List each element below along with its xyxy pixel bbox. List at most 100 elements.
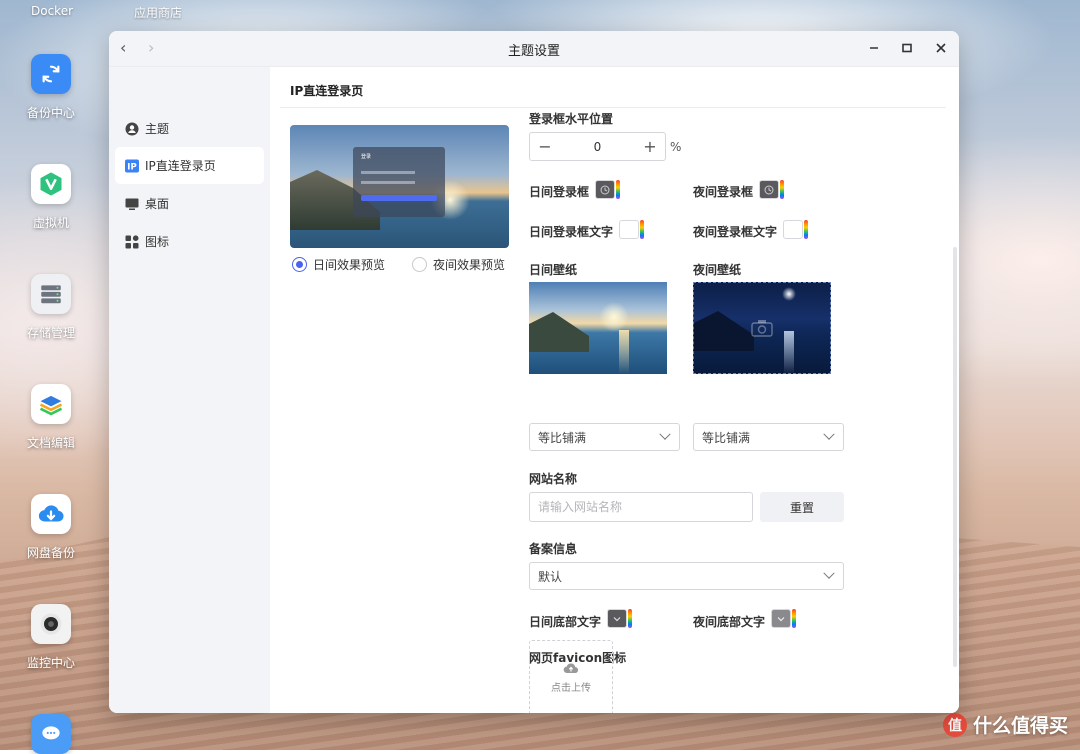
sidebar-item-desktop[interactable]: 桌面	[115, 185, 264, 222]
sidebar-item-label: IP直连登录页	[145, 159, 216, 173]
user-circle-icon	[125, 122, 139, 136]
theme-settings-window: ‹ › 主题设置 主题 IP IP直连登录页 桌面 图标 IP直连登录页 登录 …	[109, 31, 959, 713]
color-swatch[interactable]	[595, 180, 615, 199]
desktop-icon-document-editor[interactable]: 文档编辑	[13, 384, 89, 451]
radio-unchecked	[412, 257, 427, 272]
desktop-icon-virtual-machine[interactable]: 虚拟机	[13, 164, 89, 231]
monitor-icon	[125, 197, 139, 211]
desktop-label-docker[interactable]: Docker	[31, 4, 73, 18]
minimize-icon	[870, 47, 878, 49]
desktop-icon-cloud-backup[interactable]: 网盘备份	[13, 494, 89, 561]
login-preview-image: 登录	[290, 125, 509, 248]
minimize-button[interactable]	[864, 38, 884, 58]
record-info-select[interactable]: 默认	[529, 562, 844, 590]
grid-icon	[125, 234, 139, 249]
night-wallpaper-label: 夜间壁纸	[693, 263, 742, 277]
reset-button[interactable]: 重置	[760, 492, 844, 522]
sidebar-item-label: 主题	[145, 122, 170, 136]
login-preview-panel: 登录	[353, 147, 445, 217]
chevron-down-icon	[823, 428, 835, 440]
night-login-text-color-picker[interactable]	[783, 220, 808, 239]
record-info-label: 备案信息	[529, 542, 578, 556]
login-preview-title: 登录	[361, 154, 372, 160]
night-footer-text-color-picker[interactable]	[771, 609, 796, 628]
color-swatch[interactable]	[771, 609, 791, 628]
desktop-icon-storage[interactable]: 存储管理	[13, 274, 89, 341]
content-scrollbar[interactable]	[953, 247, 957, 667]
color-swatch[interactable]	[607, 609, 627, 628]
sync-icon	[31, 54, 71, 94]
night-login-box-label: 夜间登录框	[693, 185, 754, 199]
desktop-icon-chat[interactable]	[13, 714, 89, 754]
chevron-down-icon	[777, 616, 785, 621]
clock-icon	[600, 185, 610, 194]
day-login-text-label: 日间登录框文字	[529, 225, 614, 239]
chevron-down-icon	[659, 428, 671, 440]
night-wallpaper-fit-select[interactable]: 等比铺满	[693, 423, 844, 451]
clock-icon	[764, 185, 774, 194]
color-spectrum-icon[interactable]	[640, 220, 644, 239]
night-footer-text-label: 夜间底部文字	[693, 615, 766, 629]
divider	[280, 107, 946, 108]
desktop-icon-backup-center[interactable]: 备份中心	[13, 54, 89, 121]
site-name-input[interactable]	[529, 492, 753, 522]
night-wallpaper-thumbnail[interactable]	[693, 282, 831, 374]
maximize-icon	[902, 43, 912, 53]
camera-icon	[31, 604, 71, 644]
color-spectrum-icon[interactable]	[616, 180, 620, 199]
window-title: 主题设置	[507, 44, 560, 59]
horizontal-position-stepper[interactable]: − 0 +	[529, 132, 666, 161]
horizontal-position-value[interactable]: 0	[560, 140, 635, 154]
sidebar-item-icons[interactable]: 图标	[115, 223, 264, 260]
increment-button[interactable]: +	[635, 137, 665, 156]
storage-icon	[31, 274, 71, 314]
day-preview-radio[interactable]: 日间效果预览	[292, 256, 385, 273]
sidebar-item-theme[interactable]: 主题	[115, 110, 264, 147]
cloud-upload-icon	[563, 663, 579, 674]
night-login-box-color-picker[interactable]	[759, 180, 784, 199]
decrement-button[interactable]: −	[530, 137, 560, 156]
close-icon	[936, 43, 946, 53]
cloud-download-icon	[31, 494, 71, 534]
color-spectrum-icon[interactable]	[628, 609, 632, 628]
day-wallpaper-fit-select[interactable]: 等比铺满	[529, 423, 680, 451]
close-button[interactable]	[931, 38, 951, 58]
desktop-icon-monitor-center[interactable]: 监控中心	[13, 604, 89, 671]
sidebar-item-label: 图标	[145, 235, 170, 249]
day-login-text-color-picker[interactable]	[619, 220, 644, 239]
color-swatch[interactable]	[619, 220, 639, 239]
day-footer-text-label: 日间底部文字	[529, 615, 602, 629]
svg-text:IP: IP	[127, 162, 136, 172]
day-login-box-color-picker[interactable]	[595, 180, 620, 199]
color-spectrum-icon[interactable]	[780, 180, 784, 199]
settings-sidebar: 主题 IP IP直连登录页 桌面 图标	[109, 67, 270, 713]
night-login-text-label: 夜间登录框文字	[693, 225, 778, 239]
maximize-button[interactable]	[897, 38, 917, 58]
color-spectrum-icon[interactable]	[804, 220, 808, 239]
favicon-upload-area[interactable]: 点击上传	[529, 640, 613, 713]
title-bar: ‹ › 主题设置	[109, 31, 959, 67]
night-preview-radio[interactable]: 夜间效果预览	[412, 256, 505, 273]
site-name-label: 网站名称	[529, 472, 578, 486]
v-icon	[31, 164, 71, 204]
horizontal-position-label: 登录框水平位置	[529, 112, 614, 126]
layers-icon	[31, 384, 71, 424]
percent-unit: %	[670, 140, 682, 154]
chevron-down-icon	[613, 616, 621, 621]
watermark-text: 什么值得买	[972, 715, 1068, 737]
radio-checked	[292, 257, 307, 272]
watermark: 值 什么值得买	[942, 711, 1068, 738]
chat-icon	[31, 714, 71, 754]
sidebar-item-label: 桌面	[145, 197, 170, 211]
camera-upload-icon	[751, 320, 773, 337]
desktop-label-app-store[interactable]: 应用商店	[134, 4, 182, 21]
day-wallpaper-label: 日间壁纸	[529, 263, 578, 277]
sidebar-item-ip-login-page[interactable]: IP IP直连登录页	[115, 147, 264, 184]
page-title: IP直连登录页	[290, 84, 364, 98]
day-footer-text-color-picker[interactable]	[607, 609, 632, 628]
color-swatch[interactable]	[783, 220, 803, 239]
color-spectrum-icon[interactable]	[792, 609, 796, 628]
watermark-logo-icon: 值	[942, 712, 967, 737]
day-wallpaper-thumbnail[interactable]	[529, 282, 667, 374]
color-swatch[interactable]	[759, 180, 779, 199]
